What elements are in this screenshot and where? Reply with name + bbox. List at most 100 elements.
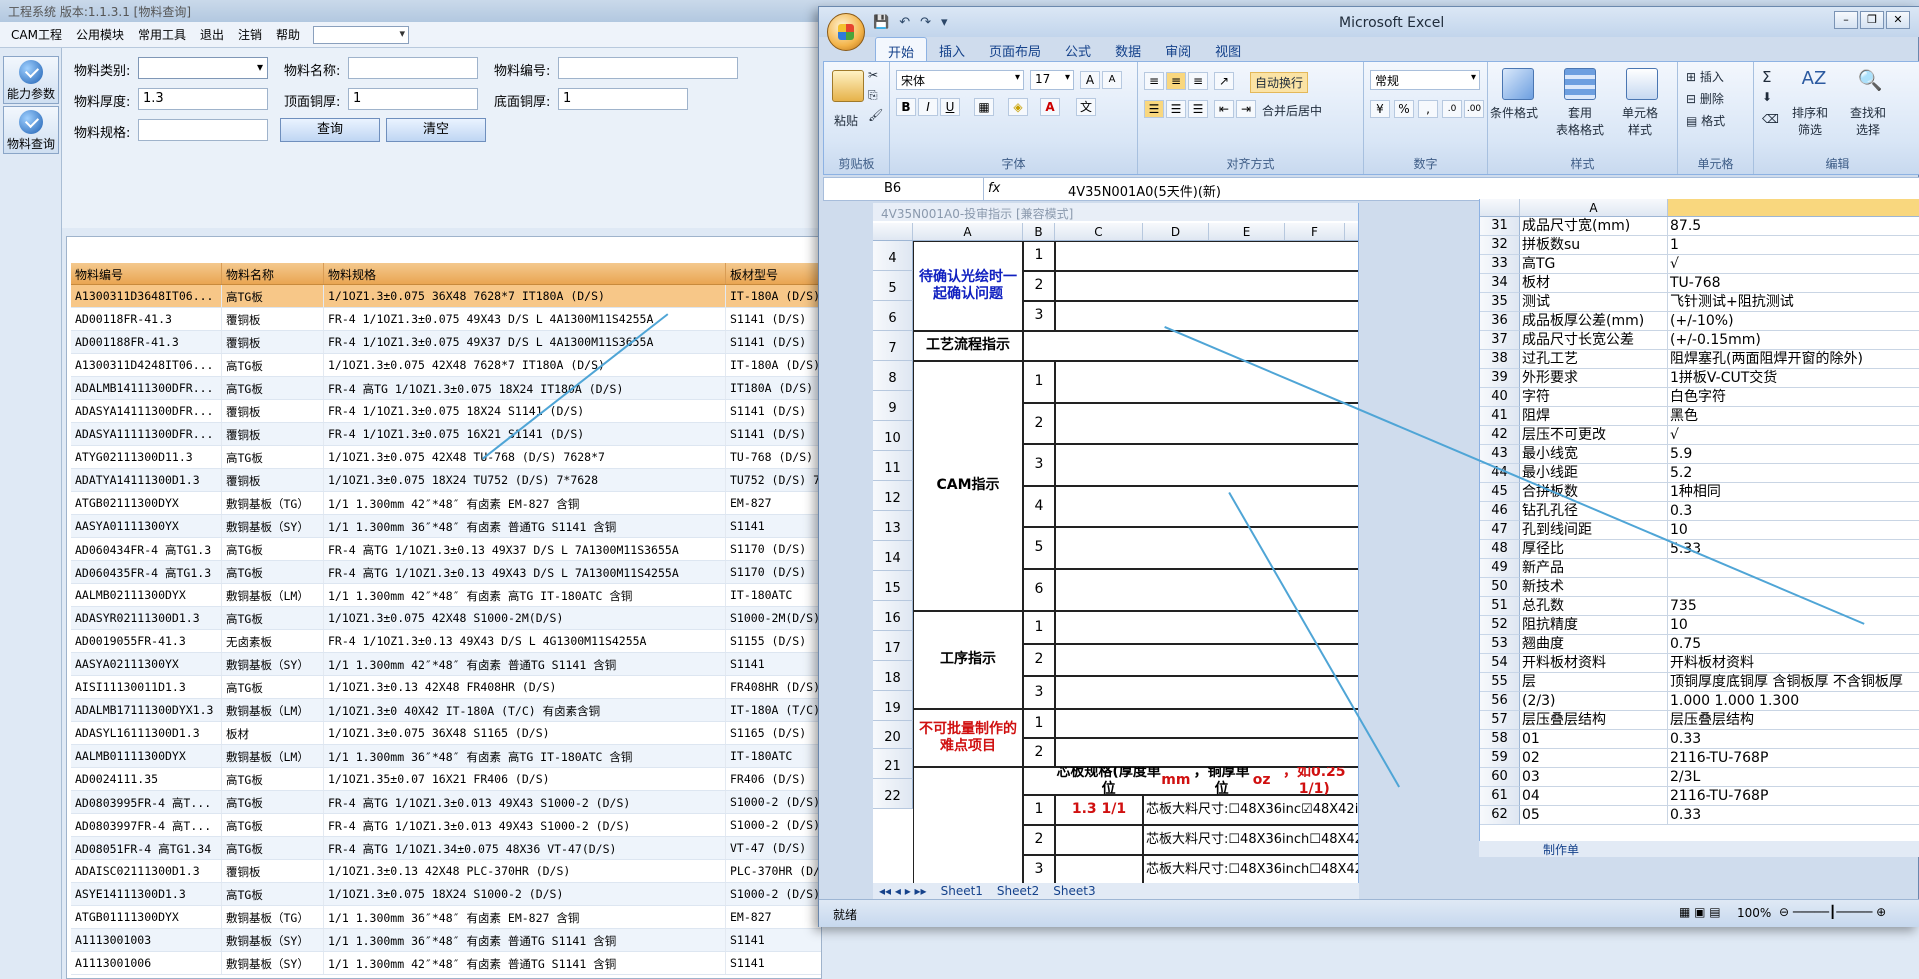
- font-name-box[interactable]: 宋体: [896, 70, 1024, 90]
- row-number[interactable]: 37: [1480, 331, 1520, 350]
- row-header[interactable]: 19: [873, 691, 913, 721]
- table-row[interactable]: AD08051FR-4 高TG1.34 高TG板 FR-4 高TG 1/1OZ1.3…: [71, 837, 821, 860]
- menu-logout[interactable]: 注销: [231, 26, 269, 43]
- sheet-nav-icon[interactable]: ◂◂ ◂ ▸ ▸▸: [879, 884, 927, 898]
- number-cell[interactable]: 4: [1023, 485, 1055, 528]
- row-header[interactable]: 5: [873, 271, 913, 301]
- menu-help[interactable]: 帮助: [269, 26, 307, 43]
- row-value-cell[interactable]: [1668, 559, 1919, 578]
- cell-core-empty[interactable]: [913, 767, 1023, 883]
- decrease-indent-icon[interactable]: ⇤: [1214, 100, 1234, 118]
- number-cell[interactable]: 2: [1023, 271, 1055, 301]
- row-number[interactable]: 39: [1480, 369, 1520, 388]
- sheet-tab-1[interactable]: Sheet1: [941, 884, 983, 898]
- row-label-cell[interactable]: 阻抗精度: [1520, 616, 1668, 635]
- sheet-tab-3[interactable]: Sheet3: [1053, 884, 1095, 898]
- row-value-cell[interactable]: 0.33: [1668, 730, 1919, 749]
- comma-icon[interactable]: ,: [1418, 100, 1438, 118]
- table-row[interactable]: AD060435FR-4 高TG1.3 高TG板 FR-4 高TG 1/1OZ1.3…: [71, 561, 821, 584]
- tab-review[interactable]: 审阅: [1153, 37, 1203, 61]
- row-number[interactable]: 43: [1480, 445, 1520, 464]
- row-number[interactable]: 48: [1480, 540, 1520, 559]
- number-cell[interactable]: 3: [1023, 855, 1055, 883]
- number-cell[interactable]: 3: [1023, 301, 1055, 331]
- table-row[interactable]: A1300311D3648IT06... 高TG板 1/1OZ1.3±0.075 3…: [71, 285, 821, 308]
- align-left-icon[interactable]: ☰: [1144, 100, 1164, 118]
- paste-button[interactable]: 粘贴: [834, 112, 858, 129]
- table-row[interactable]: AD001188FR-41.3 覆铜板 FR-4 1/1OZ1.3±0.075 49…: [71, 331, 821, 354]
- row-number[interactable]: 50: [1480, 578, 1520, 597]
- table-row[interactable]: AD060434FR-4 高TG1.3 高TG板 FR-4 高TG 1/1OZ1.3…: [71, 538, 821, 561]
- row-value-cell[interactable]: 87.5: [1668, 217, 1919, 236]
- number-cell[interactable]: 2: [1023, 738, 1055, 767]
- row-label-cell[interactable]: 外形要求: [1520, 369, 1668, 388]
- menu-cam-project[interactable]: CAM工程: [4, 26, 69, 43]
- row-value-cell[interactable]: (+/-0.15mm): [1668, 331, 1919, 350]
- content-cell[interactable]: [1055, 527, 1358, 569]
- content-cell[interactable]: [1055, 569, 1358, 611]
- sort-filter-button[interactable]: 排序和 筛选: [1792, 104, 1828, 138]
- copy-icon[interactable]: ⎘: [868, 88, 878, 103]
- tab-page-layout[interactable]: 页面布局: [977, 37, 1053, 61]
- fill-icon[interactable]: ⬇: [1762, 90, 1772, 104]
- col-F[interactable]: F: [1285, 223, 1345, 240]
- table-row[interactable]: AD0803995FR-4 高T... 高TG板 FR-4 高TG 1/1OZ1.3…: [71, 791, 821, 814]
- row-number[interactable]: 36: [1480, 312, 1520, 331]
- row-number[interactable]: 32: [1480, 236, 1520, 255]
- col-header-code[interactable]: 物料编号: [71, 263, 222, 284]
- row-value-cell[interactable]: 飞针测试+阻抗测试: [1668, 293, 1919, 312]
- row-header[interactable]: 13: [873, 511, 913, 541]
- row-number[interactable]: 41: [1480, 407, 1520, 426]
- row-number[interactable]: 53: [1480, 635, 1520, 654]
- fill-color-icon[interactable]: ◈: [1008, 98, 1028, 116]
- col-E[interactable]: E: [1209, 223, 1285, 240]
- find-select-icon[interactable]: 🔍: [1854, 68, 1886, 100]
- row-label-cell[interactable]: 翘曲度: [1520, 635, 1668, 654]
- row-value-cell[interactable]: 白色字符: [1668, 388, 1919, 407]
- cut-icon[interactable]: ✂: [868, 68, 878, 82]
- cell-confirm-issues[interactable]: 待确认光绘时一起确认问题: [913, 241, 1023, 331]
- cell-core-size-1[interactable]: 芯板大料尺寸: ☐48X36inc ☑48X42inch: [1143, 795, 1358, 825]
- cell-core-size-2[interactable]: 芯板大料尺寸: ☐48X36inch ☐48X42inch: [1143, 825, 1358, 855]
- tab-home[interactable]: 开始: [875, 37, 928, 61]
- row-label-cell[interactable]: 成品板厚公差(mm): [1520, 312, 1668, 331]
- row-value-cell[interactable]: (+/-10%): [1668, 312, 1919, 331]
- row-number[interactable]: 54: [1480, 654, 1520, 673]
- capability-params-button[interactable]: 能力参数: [3, 56, 59, 104]
- row-number[interactable]: 62: [1480, 806, 1520, 825]
- row-value-cell[interactable]: 0.33: [1668, 806, 1919, 825]
- row-label-cell[interactable]: 02: [1520, 749, 1668, 768]
- row-value-cell[interactable]: 1种相同: [1668, 483, 1919, 502]
- row-label-cell[interactable]: 01: [1520, 730, 1668, 749]
- tab-data[interactable]: 数据: [1103, 37, 1153, 61]
- cell-style-button[interactable]: 单元格 样式: [1622, 104, 1658, 138]
- table-row[interactable]: AD0803997FR-4 高T... 高TG板 FR-4 高TG 1/1OZ1.3…: [71, 814, 821, 837]
- row-label-cell[interactable]: 厚径比: [1520, 540, 1668, 559]
- row-header[interactable]: 9: [873, 391, 913, 421]
- menu-common-tools[interactable]: 常用工具: [131, 26, 193, 43]
- number-cell[interactable]: 1: [1023, 709, 1055, 738]
- row-value-cell[interactable]: 5.9: [1668, 445, 1919, 464]
- row-label-cell[interactable]: 开料板材资料: [1520, 654, 1668, 673]
- font-color-icon[interactable]: A: [1040, 98, 1060, 116]
- conditional-format-icon[interactable]: [1502, 68, 1534, 100]
- row-value-cell[interactable]: TU-768: [1668, 274, 1919, 293]
- material-query-button[interactable]: 物料查询: [3, 106, 59, 154]
- checkbox-checked-icon[interactable]: ☑: [1301, 802, 1313, 818]
- row-number[interactable]: 57: [1480, 711, 1520, 730]
- select-all-corner-right[interactable]: [1480, 199, 1520, 216]
- cell-core-spec-2[interactable]: [1055, 825, 1143, 855]
- number-cell[interactable]: 1: [1023, 241, 1055, 271]
- clear-button[interactable]: 清空: [386, 118, 486, 142]
- row-value-cell[interactable]: 阻焊塞孔(两面阻焊开窗的除外): [1668, 350, 1919, 369]
- row-value-cell[interactable]: 5.2: [1668, 464, 1919, 483]
- tab-formulas[interactable]: 公式: [1053, 37, 1103, 61]
- restore-icon[interactable]: ❐: [1860, 11, 1884, 29]
- top-cu-input[interactable]: 1: [348, 88, 478, 110]
- table-row[interactable]: ADASYA14111300DFR... 覆铜板 FR-4 1/1OZ1.3±0.0…: [71, 400, 821, 423]
- col-A[interactable]: A: [913, 223, 1023, 240]
- row-value-cell[interactable]: 黑色: [1668, 407, 1919, 426]
- formula-input[interactable]: 4V35N001A0(5天件)(新): [1068, 181, 1221, 200]
- cell-style-icon[interactable]: [1626, 68, 1658, 100]
- row-header[interactable]: 20: [873, 721, 913, 749]
